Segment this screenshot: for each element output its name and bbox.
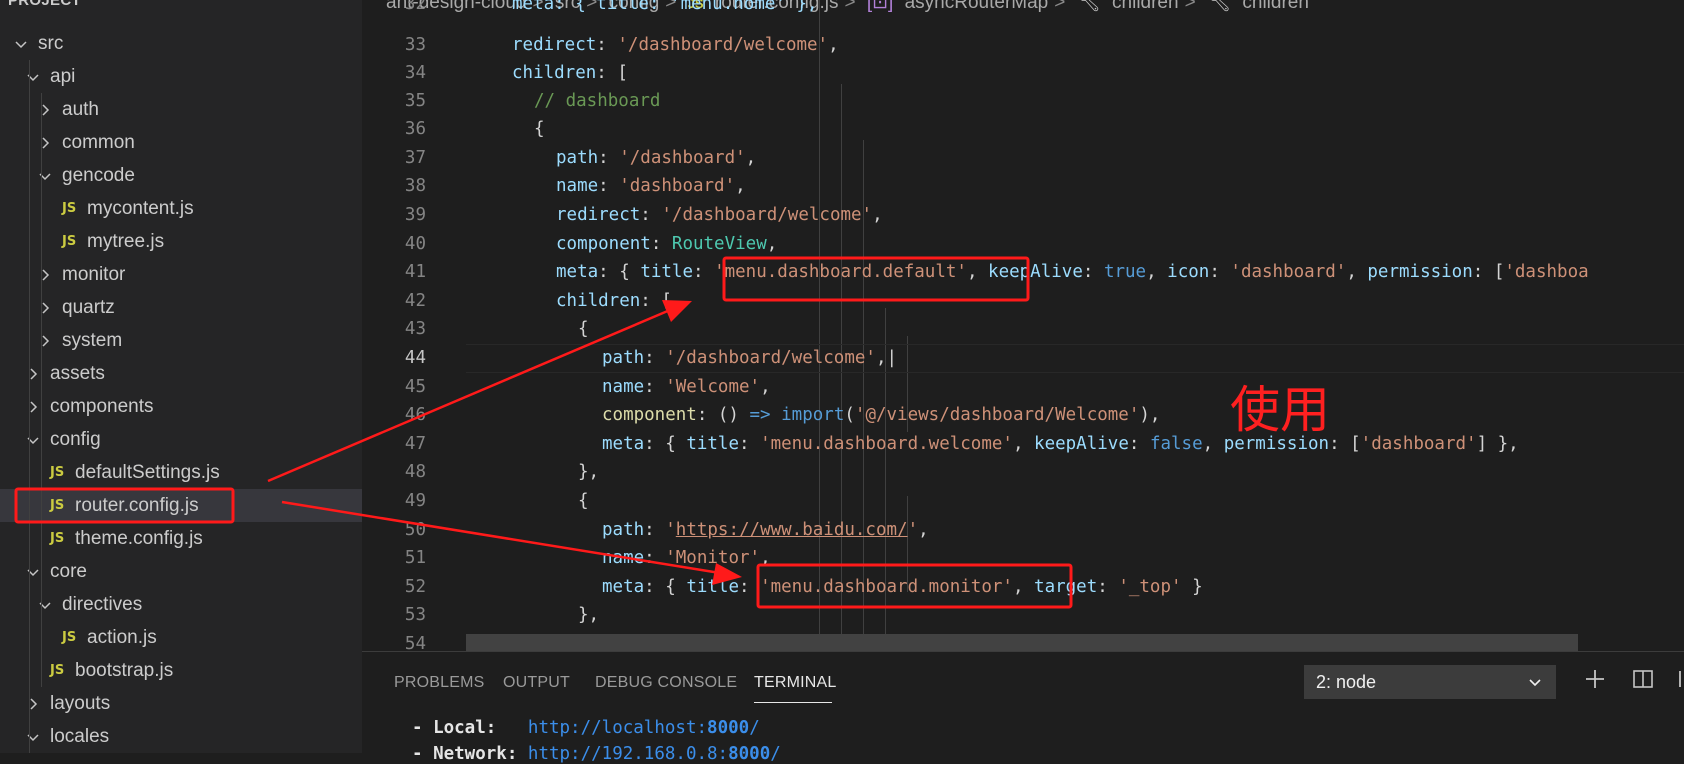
- tree-label: assets: [50, 363, 105, 384]
- chevron-down-icon: [1526, 665, 1544, 699]
- tree-folder[interactable]: quartz: [0, 291, 362, 324]
- split-terminal-icon[interactable]: [1632, 668, 1654, 695]
- tree-label: config: [50, 429, 101, 450]
- tree-label: mycontent.js: [87, 198, 194, 219]
- chevron-down-icon: [36, 159, 54, 192]
- chevron-down-icon: [36, 588, 54, 621]
- tree-file[interactable]: JS action.js: [0, 621, 362, 654]
- tab-terminal[interactable]: TERMINAL: [754, 674, 837, 692]
- tree-label: directives: [62, 594, 143, 615]
- tree-label: layouts: [50, 693, 111, 714]
- tree-label: monitor: [62, 264, 126, 285]
- tab-debug-console[interactable]: DEBUG CONSOLE: [595, 674, 737, 692]
- tree-folder[interactable]: common: [0, 126, 362, 159]
- annotation-label: 使用: [1230, 381, 1330, 439]
- breadcrumb-item[interactable]: children: [1242, 0, 1309, 13]
- tab-problems[interactable]: PROBLEMS: [394, 674, 485, 692]
- tree-file[interactable]: JS bootstrap.js: [0, 654, 362, 687]
- code-editor[interactable]: ant-design-cloud > src > config > JS router…: [362, 0, 1684, 651]
- tree-folder[interactable]: directives: [0, 588, 362, 621]
- chevron-right-icon: [36, 324, 54, 357]
- terminal-line: - Local: http://localhost:8000/: [412, 718, 760, 738]
- tree-label: system: [62, 330, 123, 351]
- tree-label: router.config.js: [75, 495, 199, 516]
- tab-output[interactable]: OUTPUT: [503, 674, 570, 692]
- tree-folder[interactable]: layouts: [0, 687, 362, 720]
- wrench-icon: 🔧︎: [1076, 0, 1101, 13]
- tree-file[interactable]: JS defaultSettings.js: [0, 456, 362, 489]
- tree-label: action.js: [87, 627, 157, 648]
- chevron-right-icon: [36, 258, 54, 291]
- tree-label: components: [50, 396, 154, 417]
- js-file-icon: JS: [50, 465, 65, 480]
- tree-folder[interactable]: locales: [0, 720, 362, 753]
- indent-guide: [29, 60, 30, 753]
- tree-folder[interactable]: api: [0, 60, 362, 93]
- explorer-header: PROJECT: [8, 0, 81, 9]
- indent-guide: [41, 555, 42, 687]
- tree-label: core: [50, 561, 87, 582]
- active-tab-indicator: [754, 702, 832, 703]
- tree-label: gencode: [62, 165, 135, 186]
- terminal-line: - Network: http://192.168.0.8:8000/: [412, 744, 781, 764]
- tree-file[interactable]: JS mycontent.js: [0, 192, 362, 225]
- chevron-right-icon: [36, 291, 54, 324]
- chevron-right-icon: [24, 357, 42, 390]
- tree-label: quartz: [62, 297, 115, 318]
- symbol-array-icon: [⊡]: [866, 0, 894, 13]
- terminal-select[interactable]: 2: node: [1304, 665, 1556, 699]
- tree-label: theme.config.js: [75, 528, 203, 549]
- chevron-right-icon: [36, 93, 54, 126]
- wrench-icon: 🔧︎: [1206, 0, 1232, 13]
- tree-label: defaultSettings.js: [75, 462, 220, 483]
- tree-label: api: [50, 66, 76, 87]
- js-file-icon: JS: [50, 498, 65, 513]
- add-terminal-icon[interactable]: [1584, 668, 1606, 695]
- chevron-down-icon: [24, 720, 42, 753]
- tree-folder[interactable]: assets: [0, 357, 362, 390]
- tree-label: locales: [50, 726, 110, 747]
- tree-folder[interactable]: auth: [0, 93, 362, 126]
- tree-folder[interactable]: components: [0, 390, 362, 423]
- js-file-icon: JS: [50, 531, 65, 546]
- tree-folder[interactable]: monitor: [0, 258, 362, 291]
- breadcrumb-item[interactable]: asyncRouterMap: [905, 0, 1049, 13]
- js-file-icon: JS: [50, 663, 65, 678]
- tree-folder[interactable]: system: [0, 324, 362, 357]
- bottom-panel: PROBLEMS OUTPUT DEBUG CONSOLE TERMINAL 2…: [362, 651, 1684, 764]
- chevron-down-icon: [12, 27, 30, 60]
- js-file-icon: JS: [62, 234, 77, 249]
- terminal-select-value: 2: node: [1316, 672, 1377, 692]
- chevron-down-icon: [24, 423, 42, 456]
- tree-label: mytree.js: [87, 231, 165, 252]
- tree-file[interactable]: JS router.config.js: [0, 489, 362, 522]
- tree-folder[interactable]: gencode: [0, 159, 362, 192]
- kill-terminal-icon[interactable]: [1678, 668, 1684, 695]
- chevron-down-icon: [24, 60, 42, 93]
- chevron-right-icon: [36, 126, 54, 159]
- chevron-right-icon: [24, 390, 42, 423]
- breadcrumb-item[interactable]: children: [1112, 0, 1179, 13]
- horizontal-scrollbar[interactable]: [466, 634, 1578, 651]
- indent-guide: [41, 93, 42, 423]
- explorer-sidebar: PROJECT src api auth common gencode JS myconte…: [0, 0, 362, 753]
- js-file-icon: JS: [62, 630, 77, 645]
- tree-folder[interactable]: config: [0, 423, 362, 456]
- tree-folder[interactable]: core: [0, 555, 362, 588]
- tree-file[interactable]: JS mytree.js: [0, 225, 362, 258]
- chevron-right-icon: [24, 687, 42, 720]
- chevron-down-icon: [24, 555, 42, 588]
- tree-label: bootstrap.js: [75, 660, 174, 681]
- tree-folder[interactable]: src: [0, 27, 362, 60]
- tree-file[interactable]: JS theme.config.js: [0, 522, 362, 555]
- tree-label: src: [38, 33, 64, 54]
- tree-label: auth: [62, 99, 99, 120]
- indent-guide: [41, 423, 42, 555]
- tree-label: common: [62, 132, 135, 153]
- js-file-icon: JS: [62, 201, 77, 216]
